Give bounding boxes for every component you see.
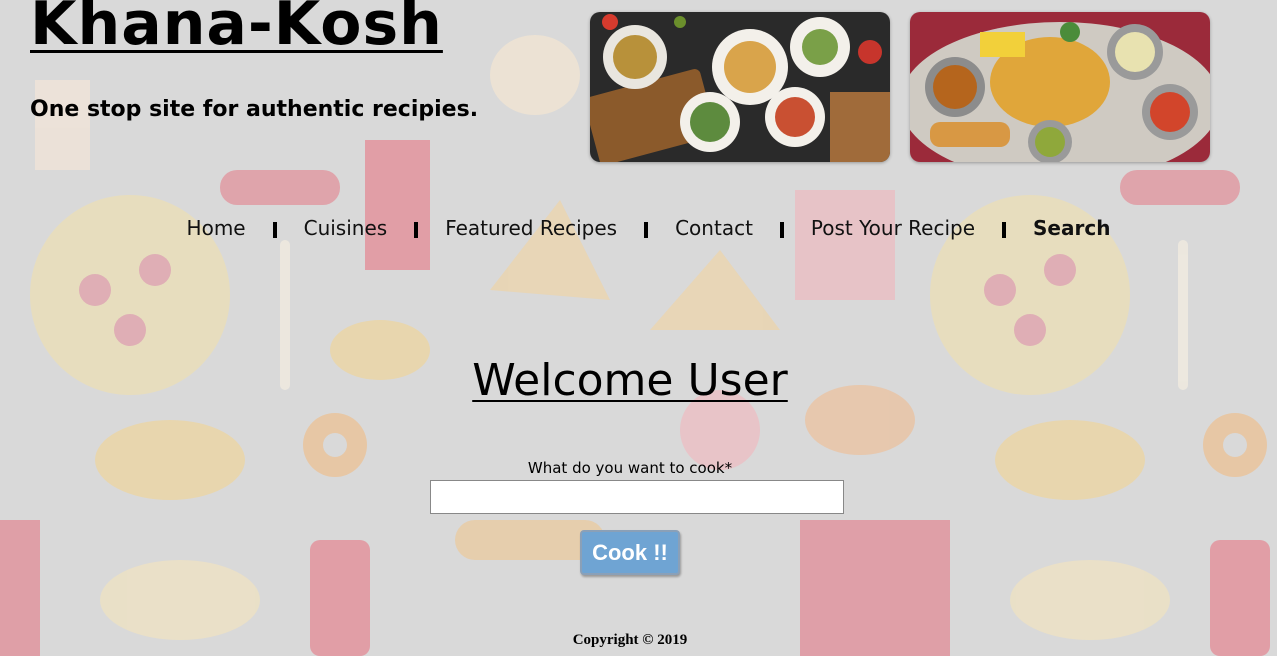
cook-button[interactable]: Cook !! — [580, 530, 680, 575]
nav-item-home[interactable]: Home — [187, 216, 246, 240]
nav-item-search[interactable]: Search — [1033, 216, 1110, 240]
main-nav: Home Cuisines Featured Recipes Contact P… — [0, 216, 1277, 240]
nav-separator — [414, 222, 419, 238]
indian-thali-image — [910, 12, 1210, 162]
search-label: What do you want to cook* — [527, 459, 733, 477]
nav-separator — [1002, 222, 1007, 238]
nav-item-featured-recipes[interactable]: Featured Recipes — [445, 216, 617, 240]
food-platter-image — [590, 12, 890, 162]
site-tagline: One stop site for authentic recipies. — [30, 97, 479, 122]
recipe-search-input[interactable] — [430, 480, 844, 514]
nav-separator — [272, 222, 277, 238]
welcome-heading: Welcome User — [472, 355, 788, 406]
nav-separator — [644, 222, 649, 238]
nav-separator — [779, 222, 784, 238]
nav-item-contact[interactable]: Contact — [675, 216, 753, 240]
site-title: Khana-Kosh — [30, 0, 443, 59]
footer-copyright: Copyright © 2019 — [572, 632, 688, 648]
nav-item-cuisines[interactable]: Cuisines — [304, 216, 388, 240]
nav-item-post-your-recipe[interactable]: Post Your Recipe — [811, 216, 975, 240]
